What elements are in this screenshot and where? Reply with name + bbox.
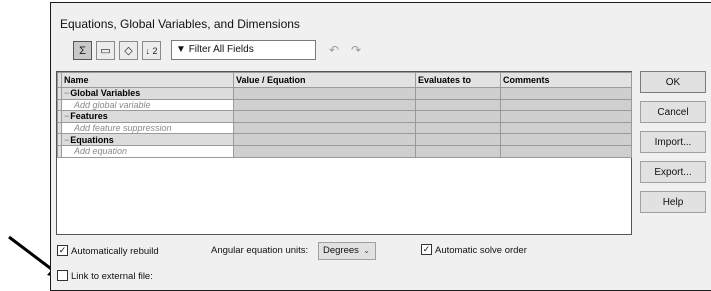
ok-button[interactable]: OK bbox=[640, 71, 706, 93]
add-row-equation[interactable]: Add equation bbox=[57, 144, 632, 158]
export-button[interactable]: Export... bbox=[640, 161, 706, 183]
filter-placeholder: Filter All Fields bbox=[188, 44, 254, 55]
add-equation-cell[interactable]: Add equation bbox=[61, 144, 234, 158]
dimension-view-button[interactable]: ◇ bbox=[119, 41, 138, 60]
sketch-icon: ▭ bbox=[100, 45, 111, 57]
group-row-features[interactable]: −Features bbox=[57, 110, 632, 123]
collapse-icon[interactable]: − bbox=[64, 135, 69, 145]
header-name[interactable]: Name bbox=[61, 72, 234, 88]
chevron-down-icon: ⌄ bbox=[363, 246, 370, 255]
auto-solve-checkbox[interactable]: ✓ bbox=[421, 244, 432, 255]
angular-units-value: Degrees bbox=[323, 245, 359, 256]
equation-view-button[interactable]: Σ bbox=[73, 41, 92, 60]
auto-solve-label: Automatic solve order bbox=[435, 245, 527, 256]
add-row-feature-suppression[interactable]: Add feature suppression bbox=[57, 121, 632, 135]
link-external-checkbox[interactable] bbox=[57, 270, 68, 281]
collapse-icon[interactable]: − bbox=[64, 112, 69, 122]
cancel-button[interactable]: Cancel bbox=[640, 101, 706, 123]
table-header-row: Name Value / Equation Evaluates to Comme… bbox=[57, 72, 632, 88]
link-external-label: Link to external file: bbox=[71, 271, 153, 282]
collapse-icon[interactable]: − bbox=[64, 88, 69, 98]
sketch-equation-view-button[interactable]: ▭ bbox=[96, 41, 115, 60]
help-button[interactable]: Help bbox=[640, 191, 706, 213]
group-label: Features bbox=[70, 111, 108, 122]
header-value[interactable]: Value / Equation bbox=[233, 72, 416, 88]
add-feature-suppression-cell[interactable]: Add feature suppression bbox=[61, 121, 234, 135]
undo-icon[interactable]: ↶ bbox=[329, 43, 339, 57]
funnel-icon: ▼ bbox=[176, 44, 186, 55]
equations-table: Name Value / Equation Evaluates to Comme… bbox=[56, 71, 632, 235]
ordered-view-button[interactable]: ↓ 2 bbox=[142, 41, 161, 60]
angular-units-label: Angular equation units: bbox=[211, 245, 309, 256]
dialog-title: Equations, Global Variables, and Dimensi… bbox=[60, 17, 300, 31]
add-global-variable-cell[interactable]: Add global variable bbox=[61, 98, 234, 112]
auto-rebuild-checkbox[interactable]: ✓ bbox=[57, 245, 68, 256]
header-evaluates[interactable]: Evaluates to bbox=[415, 72, 501, 88]
filter-input[interactable]: ▼ Filter All Fields bbox=[171, 40, 316, 60]
auto-rebuild-label: Automatically rebuild bbox=[71, 246, 159, 257]
dimension-icon: ◇ bbox=[124, 45, 133, 57]
group-label: Global Variables bbox=[70, 88, 141, 99]
group-row-equations[interactable]: −Equations bbox=[57, 133, 632, 146]
redo-icon[interactable]: ↷ bbox=[351, 43, 361, 57]
checkmark-icon: ✓ bbox=[422, 244, 431, 254]
sort-order-icon: ↓ 2 bbox=[145, 45, 158, 56]
checkmark-icon: ✓ bbox=[58, 245, 67, 255]
equations-dialog: Equations, Global Variables, and Dimensi… bbox=[50, 2, 711, 291]
sigma-icon: Σ bbox=[79, 44, 86, 57]
angular-units-select[interactable]: Degrees ⌄ bbox=[318, 242, 376, 260]
header-comments[interactable]: Comments bbox=[500, 72, 632, 88]
add-row-global-variable[interactable]: Add global variable bbox=[57, 98, 632, 112]
import-button[interactable]: Import... bbox=[640, 131, 706, 153]
group-label: Equations bbox=[70, 134, 114, 145]
group-row-global-variables[interactable]: −Global Variables bbox=[57, 87, 632, 100]
